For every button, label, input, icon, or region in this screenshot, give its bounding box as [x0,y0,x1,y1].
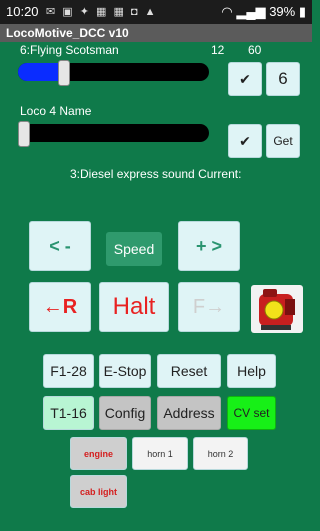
loco2-name: Loco 4 Name [20,104,92,118]
reverse-button[interactable]: ←R [29,282,91,332]
help-button[interactable]: Help [227,354,276,388]
loco1-name: 6:Flying Scotsman [20,43,119,57]
speed-label: Speed [106,232,162,266]
halt-button[interactable]: Halt [99,282,169,332]
loco1-max: 60 [248,43,262,57]
func-horn2-button[interactable]: horn 2 [193,437,248,470]
config-button[interactable]: Config [99,396,151,430]
forward-button[interactable]: F→ [178,282,240,332]
app-titlebar: LocoMotive_DCC v10 [0,24,312,42]
status-time: 10:20 [6,4,39,19]
battery-icon: ▮ [298,4,306,19]
cv-set-button[interactable]: CV set [227,396,276,430]
loco1-slider-fill [18,63,58,81]
loco1-check-button[interactable]: ✔ [228,62,262,96]
func-cab-light-button[interactable]: cab light [70,475,127,508]
loco1-number-button[interactable]: 6 [266,62,300,96]
t1-16-button[interactable]: T1-16 [43,396,94,430]
func-engine-button[interactable]: engine [70,437,127,470]
loco2-slider-thumb[interactable] [18,121,30,147]
loco1-speed: 12 [211,43,225,57]
app-title: LocoMotive_DCC v10 [6,26,129,40]
sound-status: 3:Diesel express sound Current: [70,167,242,181]
wifi-icon: ◠ [221,4,233,19]
status-right: ◠ ▂▄▆ 39% ▮ [221,4,306,20]
locomotive-icon[interactable] [251,285,303,333]
estop-button[interactable]: E-Stop [99,354,151,388]
notification-icons: ✉ ▣ ✦ ▦ ▦ ◘ ▲ [46,6,158,18]
loco2-speed-slider[interactable] [18,121,209,147]
loco1-speed-slider[interactable] [18,60,209,86]
loco2-get-button[interactable]: Get [266,124,300,158]
signal-icon: ▂▄▆ [236,4,266,19]
reset-button[interactable]: Reset [157,354,221,388]
loco2-check-button[interactable]: ✔ [228,124,262,158]
f1-28-button[interactable]: F1-28 [43,354,94,388]
speed-decrease-button[interactable]: < - [29,221,91,271]
status-bar: 10:20 ✉ ▣ ✦ ▦ ▦ ◘ ▲ ◠ ▂▄▆ 39% ▮ [0,0,312,24]
func-horn1-button[interactable]: horn 1 [132,437,188,470]
speed-increase-button[interactable]: + > [178,221,240,271]
loco1-slider-thumb[interactable] [58,60,70,86]
battery-percent: 39% [269,4,296,19]
address-button[interactable]: Address [157,396,221,430]
